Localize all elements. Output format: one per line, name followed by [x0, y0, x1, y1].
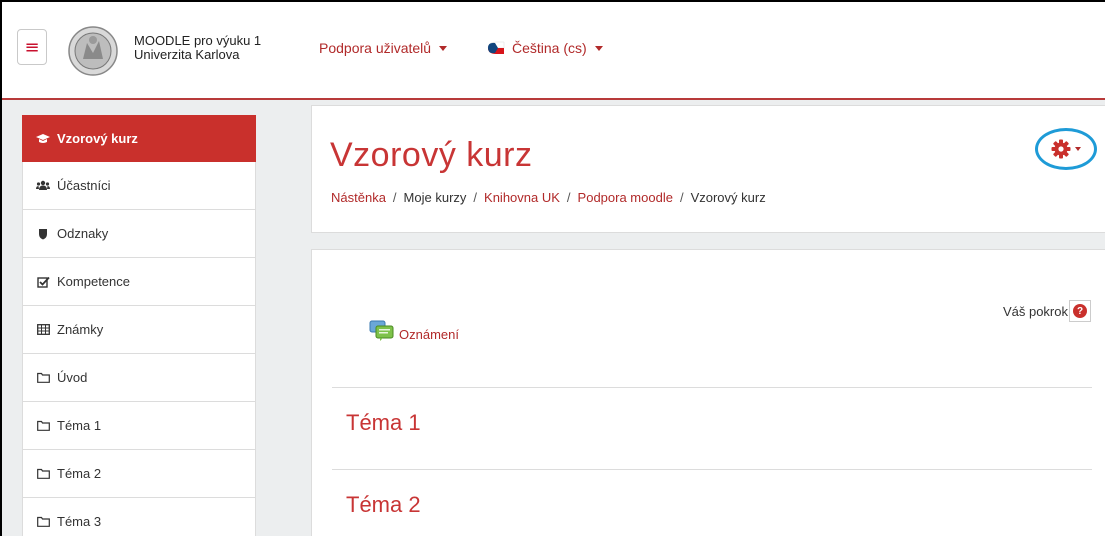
folder-icon	[36, 372, 50, 383]
chevron-down-icon	[1075, 147, 1081, 151]
breadcrumb-separator: /	[392, 190, 397, 205]
sidebar-item-grades[interactable]: Známky	[22, 306, 256, 354]
course-header: Vzorový kurz Nástěnka / Moje kurzy / Kni…	[311, 105, 1105, 233]
sidebar-item-label: Úvod	[57, 370, 88, 385]
sidebar-item-label: Kompetence	[57, 274, 130, 289]
sidebar-item-label: Odznaky	[57, 226, 109, 241]
help-button[interactable]: ?	[1069, 300, 1091, 322]
menu-toggle-button[interactable]: ≡	[17, 29, 47, 65]
page-title: Vzorový kurz	[330, 136, 533, 174]
progress-label: Váš pokrok	[1002, 303, 1068, 319]
section-title-topic-1[interactable]: Téma 1	[346, 410, 421, 436]
breadcrumb-moodle-support[interactable]: Podpora moodle	[578, 190, 673, 205]
sidebar-item-label: Téma 3	[57, 514, 102, 529]
chevron-down-icon	[594, 45, 603, 51]
sidebar-item-label: Téma 1	[57, 418, 102, 433]
sidebar-item-label: Účastníci	[57, 178, 111, 193]
course-content: Váš pokrok ? Oznámení Téma 1 Téma 2	[311, 249, 1105, 536]
users-icon	[36, 180, 50, 191]
section-divider	[332, 469, 1092, 470]
czech-flag-icon	[487, 41, 505, 54]
help-icon: ?	[1073, 304, 1087, 318]
sidebar-item-competencies[interactable]: Kompetence	[22, 258, 256, 306]
section-title-topic-2[interactable]: Téma 2	[346, 492, 421, 518]
sidebar-item-course[interactable]: Vzorový kurz	[22, 115, 256, 162]
breadcrumb: Nástěnka / Moje kurzy / Knihovna UK / Po…	[331, 190, 766, 205]
language-menu[interactable]: Čeština (cs)	[486, 40, 603, 56]
sidebar-item-topic-3[interactable]: Téma 3	[22, 498, 256, 536]
course-sidebar: Vzorový kurz Účastníci Odznaky Kompetenc…	[22, 115, 256, 536]
sidebar-item-intro[interactable]: Úvod	[22, 354, 256, 402]
university-seal-logo[interactable]	[65, 25, 121, 77]
graduation-cap-icon	[36, 133, 50, 144]
folder-icon	[36, 468, 50, 479]
breadcrumb-separator: /	[679, 190, 684, 205]
sidebar-item-topic-1[interactable]: Téma 1	[22, 402, 256, 450]
breadcrumb-library[interactable]: Knihovna UK	[484, 190, 560, 205]
top-navbar: ≡ MOODLE pro výuku 1 Univerzita Karlova …	[0, 0, 1105, 100]
support-menu[interactable]: Podpora uživatelů	[319, 40, 448, 56]
table-icon	[36, 324, 50, 335]
sidebar-item-label: Vzorový kurz	[57, 130, 138, 146]
breadcrumb-dashboard[interactable]: Nástěnka	[331, 190, 386, 205]
course-settings-menu[interactable]	[1035, 128, 1097, 170]
shield-icon	[36, 228, 50, 240]
sidebar-item-topic-2[interactable]: Téma 2	[22, 450, 256, 498]
brand-line-1: MOODLE pro výuku 1	[134, 33, 262, 48]
language-menu-label: Čeština (cs)	[512, 40, 587, 56]
sidebar-item-badges[interactable]: Odznaky	[22, 210, 256, 258]
sidebar-item-label: Známky	[57, 322, 104, 337]
sidebar-item-label: Téma 2	[57, 466, 102, 481]
announcements-activity[interactable]: Oznámení	[369, 320, 459, 342]
gear-icon	[1051, 139, 1071, 159]
breadcrumb-separator: /	[566, 190, 571, 205]
breadcrumb-separator: /	[473, 190, 478, 205]
checkbox-icon	[36, 276, 50, 288]
site-brand[interactable]: MOODLE pro výuku 1 Univerzita Karlova	[134, 34, 261, 62]
support-menu-label: Podpora uživatelů	[319, 40, 432, 56]
forum-icon	[369, 320, 394, 341]
folder-icon	[36, 516, 50, 527]
breadcrumb-current: Vzorový kurz	[690, 190, 766, 205]
section-divider	[332, 387, 1092, 388]
chevron-down-icon	[439, 45, 448, 51]
sidebar-item-participants[interactable]: Účastníci	[22, 162, 256, 210]
your-progress: Váš pokrok ?	[1003, 300, 1091, 322]
folder-icon	[36, 420, 50, 431]
announcements-link[interactable]: Oznámení	[399, 327, 459, 342]
brand-line-2: Univerzita Karlova	[134, 47, 240, 62]
breadcrumb-my-courses: Moje kurzy	[403, 190, 467, 205]
